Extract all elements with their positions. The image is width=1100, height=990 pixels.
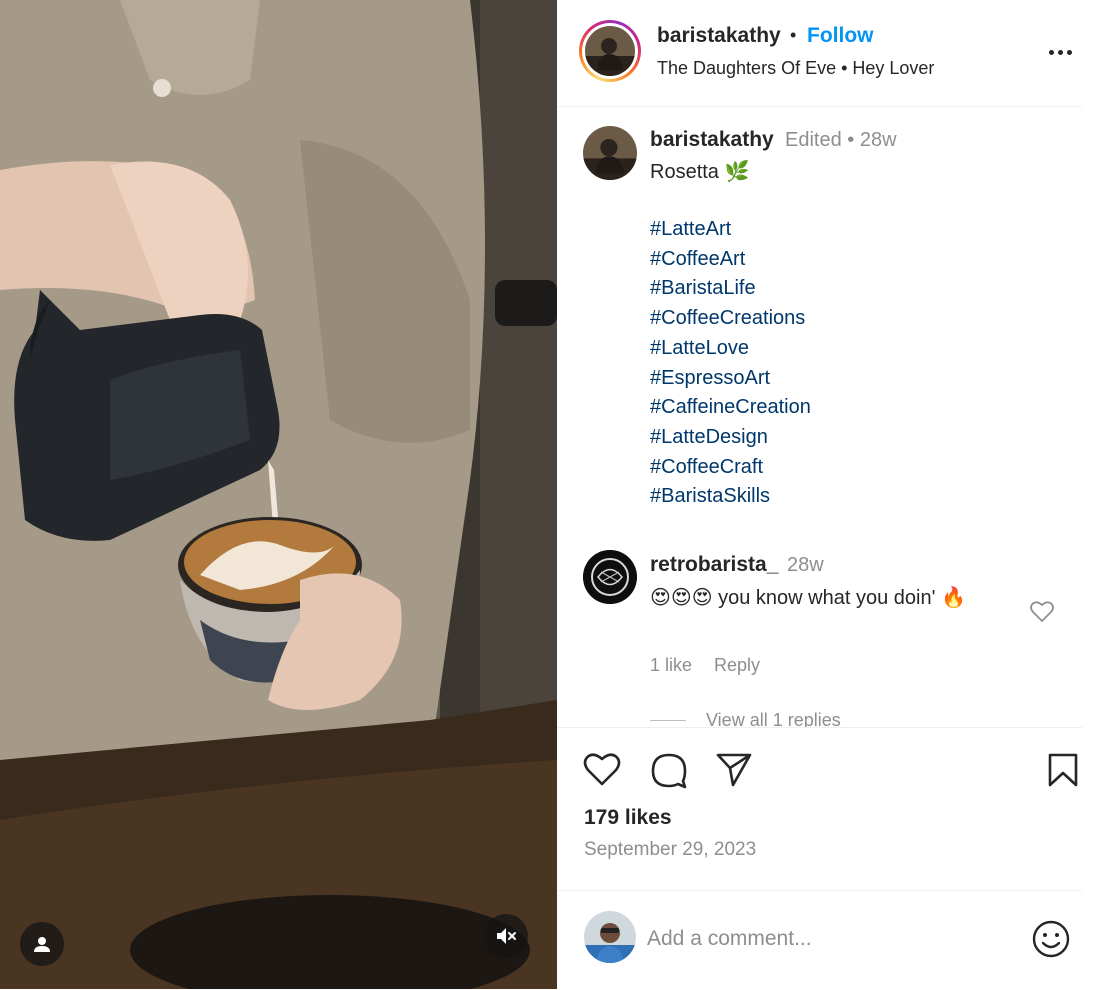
bookmark-icon[interactable] <box>1047 752 1079 788</box>
muted-icon <box>497 928 516 944</box>
user-tag-icon <box>34 937 50 952</box>
hashtag-link[interactable]: #LatteArt <box>650 215 811 245</box>
hashtag-link[interactable]: #CaffeineCreation <box>650 393 811 423</box>
caption-username[interactable]: baristakathy <box>650 128 774 152</box>
more-options-icon[interactable] <box>1049 42 1077 62</box>
hashtag-link[interactable]: #LatteLove <box>650 334 811 364</box>
comment-icon[interactable] <box>650 752 688 790</box>
header-separator: • <box>790 25 797 45</box>
heart-icon[interactable] <box>583 752 621 788</box>
hashtag-link[interactable]: #CoffeeArt <box>650 245 811 275</box>
post-video[interactable] <box>0 0 557 989</box>
author-username[interactable]: baristakathy <box>657 24 781 48</box>
hashtag-list: #LatteArt #CoffeeArt #BaristaLife #Coffe… <box>650 215 811 512</box>
hashtag-link[interactable]: #LatteDesign <box>650 423 811 453</box>
comments-scroll-area[interactable]: baristakathy Edited • 28w Rosetta 🌿 #Lat… <box>557 107 1082 727</box>
comment-like-heart-icon[interactable] <box>1029 600 1055 624</box>
comment-reply-button[interactable]: Reply <box>714 655 760 676</box>
comment-username[interactable]: retrobarista_ <box>650 553 778 577</box>
follow-button[interactable]: Follow <box>807 24 874 48</box>
tagged-users-button[interactable] <box>20 922 64 966</box>
like-count[interactable]: 179 likes <box>584 806 672 830</box>
video-frame <box>0 0 557 989</box>
view-replies-button[interactable]: View all 1 replies <box>650 710 841 727</box>
view-replies-label: View all 1 replies <box>706 710 841 727</box>
current-user-avatar <box>584 911 636 963</box>
add-comment-input[interactable] <box>647 921 1007 957</box>
caption-text: Rosetta 🌿 <box>650 161 750 183</box>
post-header: baristakathy • Follow The Daughters Of E… <box>557 0 1082 107</box>
comment-text: 😍😍😍 you know what you doin' 🔥 <box>650 587 966 609</box>
caption-author-avatar[interactable] <box>583 126 637 180</box>
commenter-avatar[interactable] <box>583 550 637 604</box>
caption-edited-time: Edited • 28w <box>785 129 897 151</box>
action-bar <box>557 727 1082 789</box>
hashtag-link[interactable]: #BaristaSkills <box>650 482 811 512</box>
hashtag-link[interactable]: #CoffeeCraft <box>650 453 811 483</box>
audio-track-link[interactable]: The Daughters Of Eve • Hey Lover <box>657 58 934 79</box>
hashtag-link[interactable]: #BaristaLife <box>650 274 811 304</box>
comment-time: 28w <box>787 554 824 576</box>
add-comment-bar <box>557 890 1082 990</box>
hashtag-link[interactable]: #CoffeeCreations <box>650 304 811 334</box>
emoji-icon[interactable] <box>1031 919 1071 959</box>
mute-toggle-button[interactable] <box>484 914 528 958</box>
replies-divider <box>650 720 686 721</box>
post-date: September 29, 2023 <box>584 839 757 860</box>
hashtag-link[interactable]: #EspressoArt <box>650 364 811 394</box>
author-avatar-image <box>585 26 635 76</box>
author-avatar[interactable] <box>579 20 641 82</box>
comment-like-count[interactable]: 1 like <box>650 655 692 676</box>
share-icon[interactable] <box>715 752 753 788</box>
post-details-panel: baristakathy • Follow The Daughters Of E… <box>557 0 1100 989</box>
